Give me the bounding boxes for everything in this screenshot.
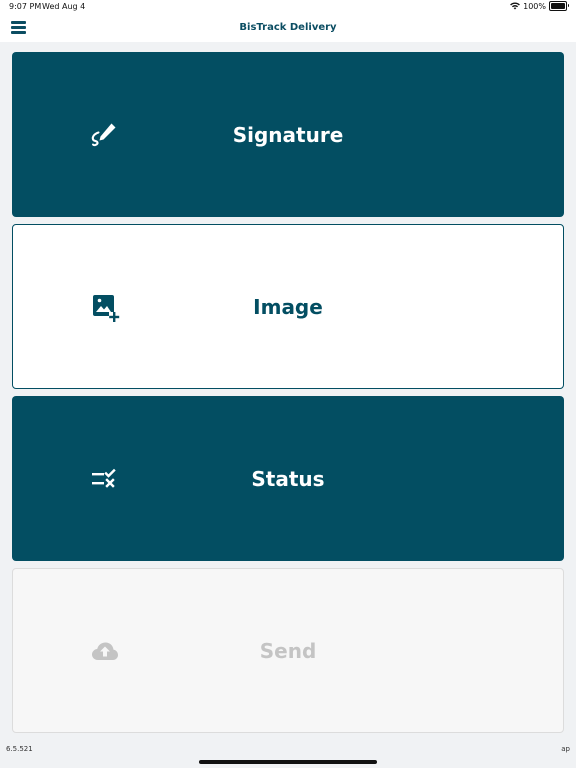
- status-indicators: 100%: [510, 1, 569, 11]
- status-label: Status: [251, 466, 325, 491]
- send-label: Send: [259, 638, 317, 663]
- status-time: 9:07 PM: [9, 2, 42, 11]
- battery-percent: 100%: [523, 1, 546, 11]
- image-button[interactable]: Image: [12, 224, 564, 389]
- signature-button[interactable]: Signature: [12, 52, 564, 217]
- wifi-icon: [510, 2, 521, 10]
- status-button[interactable]: Status: [12, 396, 564, 561]
- status-bar: 9:07 PM Wed Aug 4 100%: [0, 0, 576, 14]
- image-label: Image: [253, 294, 323, 319]
- nav-bar: BisTrack Delivery: [0, 14, 576, 42]
- battery-fill: [551, 3, 565, 9]
- home-indicator[interactable]: [199, 760, 377, 764]
- app-title: BisTrack Delivery: [239, 22, 337, 33]
- status-date: Wed Aug 4: [42, 2, 86, 11]
- user-initials: ap: [561, 745, 570, 753]
- app-version: 6.5.521: [6, 745, 33, 753]
- battery-icon: [549, 1, 569, 11]
- signature-label: Signature: [232, 122, 344, 147]
- send-button[interactable]: Send: [12, 568, 564, 733]
